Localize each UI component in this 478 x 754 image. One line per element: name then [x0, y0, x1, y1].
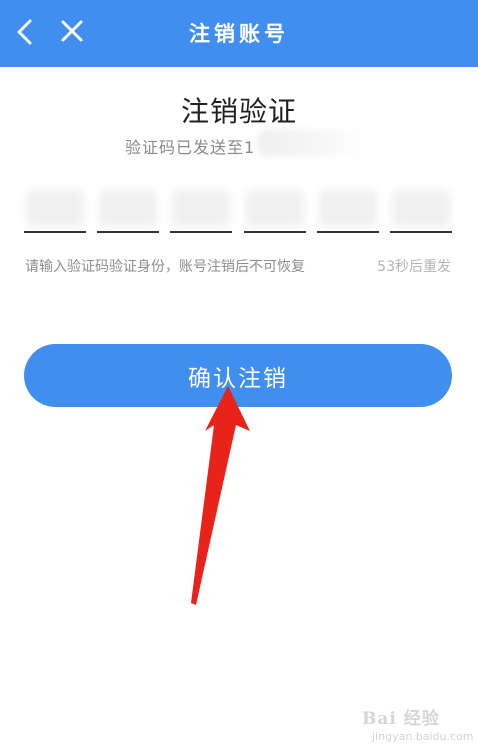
code-digit-input[interactable]: [317, 186, 379, 233]
code-digit-input[interactable]: [390, 186, 452, 233]
baidu-jingyan-logo: Bai 经验: [362, 709, 440, 729]
header-title: 注销账号: [189, 22, 289, 46]
masked-phone-number: [258, 130, 368, 156]
verification-hint: 请输入验证码验证身份，账号注销后不可恢复: [25, 259, 305, 275]
page-title: 注销验证: [180, 95, 297, 128]
code-digit-input[interactable]: [24, 186, 86, 233]
watermark-url: jingyan.baidu.com: [372, 730, 474, 743]
confirm-button-label: 确认注销: [188, 365, 288, 392]
code-digit-input[interactable]: [170, 186, 232, 233]
code-sent-text: 验证码已发送至1: [125, 138, 256, 157]
confirm-cancellation-button[interactable]: 确认注销: [24, 344, 452, 407]
code-digit-input[interactable]: [97, 186, 159, 233]
resend-countdown[interactable]: 53秒后重发: [377, 256, 451, 276]
app-header: 注销账号: [0, 0, 478, 67]
code-digit-input[interactable]: [244, 186, 306, 233]
